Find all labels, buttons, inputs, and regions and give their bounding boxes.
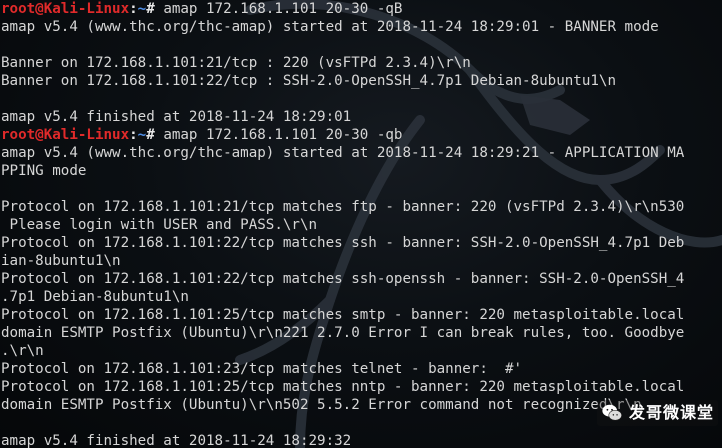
prompt-line: root@Kali-Linux:~# amap 172.168.1.101 20… xyxy=(1,126,722,144)
output-line: Protocol on 172.168.1.101:25/tcp matches… xyxy=(1,379,685,395)
output-line: Protocol on 172.168.1.101:23/tcp matches… xyxy=(1,361,523,377)
prompt-separator: : xyxy=(129,1,138,17)
prompt-separator: : xyxy=(129,127,138,143)
wechat-icon xyxy=(602,404,622,421)
output-line: Protocol on 172.168.1.101:22/tcp matches… xyxy=(1,271,685,287)
output-line: Protocol on 172.168.1.101:25/tcp matches… xyxy=(1,307,685,323)
watermark-text: 发哥微课堂 xyxy=(628,403,714,422)
output-line: amap v5.4 finished at 2018-11-24 18:29:0… xyxy=(1,109,352,125)
output-line: Banner on 172.168.1.101:22/tcp : SSH-2.0… xyxy=(1,73,616,89)
prompt-line: root@Kali-Linux:~# amap 172.168.1.101 20… xyxy=(1,0,722,18)
output-line: Protocol on 172.168.1.101:21/tcp matches… xyxy=(1,199,685,215)
output-line: amap v5.4 (www.thc.org/thc-amap) started… xyxy=(1,145,685,161)
output-line: amap v5.4 finished at 2018-11-24 18:29:3… xyxy=(1,433,352,448)
output-line: ian-8ubuntu1\n xyxy=(1,253,121,269)
output-line: domain ESMTP Postfix (Ubuntu)\r\n221 2.7… xyxy=(1,325,685,341)
watermark: 发哥微课堂 xyxy=(596,400,718,426)
prompt-char: # xyxy=(146,1,164,17)
prompt-user: root@Kali-Linux xyxy=(1,1,130,17)
prompt-user: root@Kali-Linux xyxy=(1,127,130,143)
command-text: amap 172.168.1.101 20-30 -qB xyxy=(163,1,403,17)
output-line: .7p1 Debian-8ubuntu1\n xyxy=(1,289,189,305)
output-line: Please login with USER and PASS.\r\n xyxy=(1,217,318,233)
prompt-cwd: ~ xyxy=(137,1,147,17)
prompt-char: # xyxy=(146,127,164,143)
prompt-cwd: ~ xyxy=(137,127,147,143)
output-line: PPING mode xyxy=(1,163,87,179)
output-line: Protocol on 172.168.1.101:22/tcp matches… xyxy=(1,235,685,251)
output-line: amap v5.4 (www.thc.org/thc-amap) started… xyxy=(1,19,659,35)
command-text: amap 172.168.1.101 20-30 -qb xyxy=(163,127,403,143)
output-line: Banner on 172.168.1.101:21/tcp : 220 (vs… xyxy=(1,55,471,71)
terminal-output: root@Kali-Linux:~# amap 172.168.1.101 20… xyxy=(1,0,722,448)
output-line: .\r\n xyxy=(1,343,44,359)
terminal-window[interactable]: root@Kali-Linux:~# amap 172.168.1.101 20… xyxy=(0,0,722,448)
